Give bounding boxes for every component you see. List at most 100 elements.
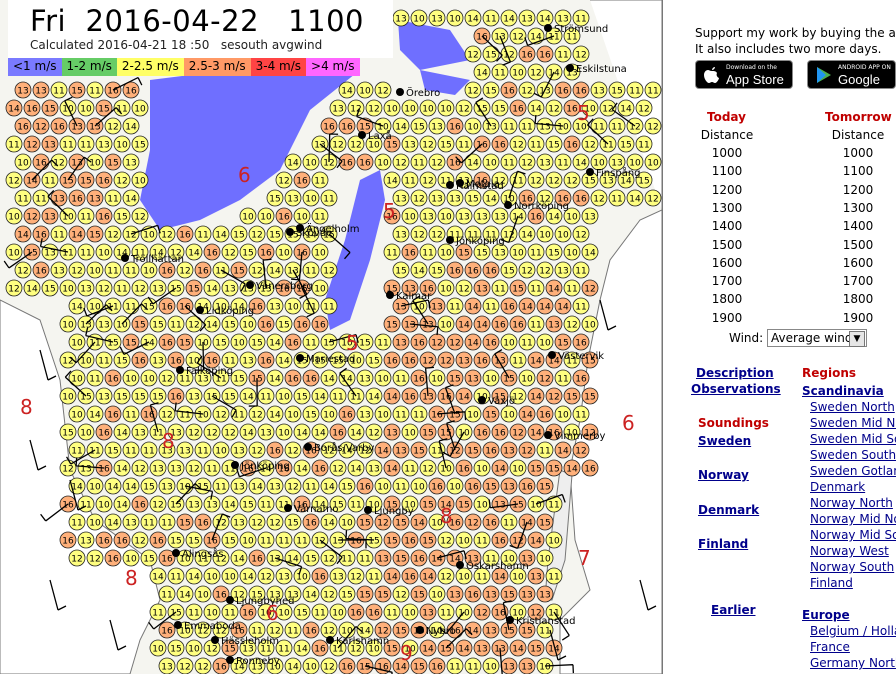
soundings-norway-link[interactable]: Norway [698, 468, 749, 482]
tomorrow-distance-link[interactable]: Distance [823, 128, 893, 142]
today-distance-link[interactable]: Distance [692, 128, 762, 142]
wind-station: 15 [284, 513, 302, 531]
svg-text:15: 15 [134, 321, 145, 331]
time-link[interactable]: 1400 [692, 219, 762, 233]
svg-text:15: 15 [548, 249, 559, 259]
wind-station: 12 [437, 351, 455, 369]
region-link[interactable]: Norway West [810, 544, 889, 558]
time-link[interactable]: 1900 [692, 311, 762, 325]
europe-region-link[interactable]: Belgium / Holla [810, 624, 896, 638]
svg-text:10: 10 [512, 465, 524, 475]
svg-text:10: 10 [503, 339, 515, 349]
chevron-down-icon[interactable]: ▼ [849, 331, 865, 347]
region-link[interactable]: Norway Mid So [810, 528, 896, 542]
city-marker: Strömsund [544, 24, 608, 35]
svg-text:15: 15 [458, 249, 469, 259]
wind-station: 13 [158, 477, 176, 495]
svg-text:13: 13 [98, 141, 109, 151]
svg-text:12: 12 [152, 501, 163, 511]
region-link[interactable]: Sweden Mid No [810, 416, 896, 430]
time-link[interactable]: 1300 [692, 201, 762, 215]
europe-region-link[interactable]: France [810, 640, 850, 654]
wind-station: 15 [68, 81, 86, 99]
wind-station: 15 [554, 333, 572, 351]
earlier-link[interactable]: Earlier [711, 603, 756, 617]
svg-text:10: 10 [125, 555, 137, 565]
appstore-big-text: App Store [726, 72, 784, 87]
google-play-badge[interactable]: ANDROID APP ON Google play [807, 60, 896, 102]
time-link[interactable]: 1500 [692, 238, 762, 252]
time-link[interactable]: 1600 [823, 256, 893, 270]
time-link[interactable]: 1200 [823, 183, 893, 197]
scandinavia-link[interactable]: Scandinavia [802, 384, 884, 398]
europe-region-link[interactable]: Germany North [810, 656, 896, 670]
time-link[interactable]: 1800 [823, 292, 893, 306]
soundings-finland-link[interactable]: Finland [698, 537, 748, 551]
wind-station: 10 [419, 99, 437, 117]
svg-text:15: 15 [548, 465, 559, 475]
region-link[interactable]: Sweden Gotlan [810, 464, 896, 478]
time-link[interactable]: 1700 [823, 274, 893, 288]
svg-text:11: 11 [476, 573, 487, 583]
svg-text:13: 13 [98, 393, 109, 403]
svg-text:10: 10 [62, 321, 74, 331]
svg-text:16: 16 [476, 141, 488, 151]
svg-text:10: 10 [557, 411, 569, 421]
wind-select[interactable]: Average wind ▼ [767, 329, 867, 347]
observations-link[interactable]: Observations [691, 382, 781, 396]
time-link[interactable]: 1400 [823, 219, 893, 233]
wind-station: 13 [131, 423, 149, 441]
wind-station: 15 [140, 477, 158, 495]
time-link[interactable]: 1100 [823, 164, 893, 178]
app-store-badge[interactable]: Download on the App Store [695, 60, 793, 89]
svg-text:11: 11 [593, 123, 604, 133]
region-link[interactable]: Norway North [810, 496, 893, 510]
svg-text:10: 10 [134, 105, 146, 115]
wind-station: 11 [518, 117, 536, 135]
wind-station: 16 [473, 423, 491, 441]
svg-text:14: 14 [287, 159, 299, 169]
time-link[interactable]: 1500 [823, 238, 893, 252]
wind-station: 13 [203, 495, 221, 513]
svg-text:15: 15 [80, 393, 91, 403]
city-marker: Hässleholm [211, 636, 279, 647]
support-line-1: Support my work by buying the app [695, 26, 896, 40]
region-link[interactable]: Sweden South [810, 448, 896, 462]
soundings-sweden-link[interactable]: Sweden [698, 434, 751, 448]
svg-text:15: 15 [521, 627, 532, 637]
wind-station: 15 [338, 585, 356, 603]
svg-text:13: 13 [539, 591, 550, 601]
svg-text:12: 12 [71, 267, 82, 277]
time-link[interactable]: 1900 [823, 311, 893, 325]
region-link[interactable]: Norway Mid No [810, 512, 896, 526]
region-link[interactable]: Sweden Mid So [810, 432, 896, 446]
region-link[interactable]: Norway South [810, 560, 894, 574]
time-link[interactable]: 1000 [692, 146, 762, 160]
description-link[interactable]: Description [696, 366, 774, 380]
forecast-map[interactable]: 13 10 13 10 14 11 14 13 14 13 11 16 13 12 14 11 11 12 15 12… [0, 0, 663, 674]
svg-text:11: 11 [143, 519, 154, 529]
time-link[interactable]: 1000 [823, 146, 893, 160]
region-link[interactable]: Denmark [810, 480, 865, 494]
time-link[interactable]: 1700 [692, 274, 762, 288]
soundings-denmark-link[interactable]: Denmark [698, 503, 759, 517]
region-link[interactable]: Finland [810, 576, 853, 590]
svg-text:13: 13 [224, 285, 235, 295]
wind-station: 16 [482, 261, 500, 279]
wind-station: 13 [428, 297, 446, 315]
time-link[interactable]: 1100 [692, 164, 762, 178]
svg-text:12: 12 [314, 537, 325, 547]
svg-text:14: 14 [458, 645, 470, 655]
time-link[interactable]: 1200 [692, 183, 762, 197]
region-link[interactable]: Sweden North [810, 400, 895, 414]
time-link[interactable]: 1800 [692, 292, 762, 306]
wind-station: 14 [293, 423, 311, 441]
svg-text:12: 12 [8, 285, 19, 295]
svg-text:11: 11 [125, 447, 136, 457]
wind-station: 15 [239, 243, 257, 261]
europe-link[interactable]: Europe [802, 608, 850, 622]
svg-text:13: 13 [152, 285, 163, 295]
svg-text:12: 12 [188, 465, 199, 475]
time-link[interactable]: 1300 [823, 201, 893, 215]
time-link[interactable]: 1600 [692, 256, 762, 270]
